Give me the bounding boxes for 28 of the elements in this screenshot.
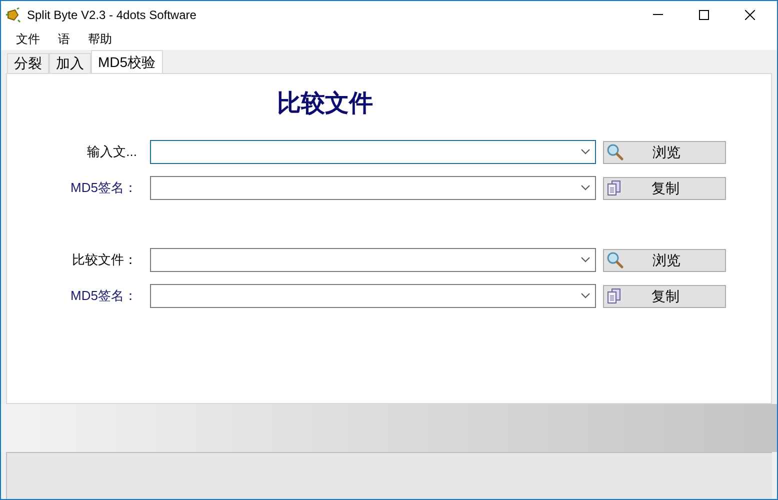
combo-box[interactable] [150,248,596,272]
menu-item[interactable]: 文件 [7,30,49,48]
tab[interactable]: 分裂 [7,53,49,73]
menu-item[interactable]: 语 [49,30,79,48]
app-icon [5,6,21,22]
combo-box[interactable] [150,284,596,308]
copy-button[interactable]: 复制 [603,284,726,308]
field-label: 比较文件： [72,251,137,270]
combo-box[interactable] [150,176,596,200]
copy-icon [606,180,622,196]
copy-button[interactable]: 复制 [603,176,726,200]
tab[interactable]: MD5校验 [91,50,163,73]
maximize-icon [699,10,709,20]
minimize-icon [653,14,663,15]
field-label: MD5签名： [70,287,137,306]
menu-item[interactable]: 帮助 [79,30,121,48]
field-label: MD5签名： [70,179,137,198]
copy-icon [606,288,622,304]
magnifier-icon [606,251,624,269]
heading: 比较文件 [277,89,373,119]
browse-button[interactable]: 浏览 [603,248,726,272]
close-icon [745,10,755,20]
window-title: Split Byte V2.3 - 4dots Software [27,6,196,24]
browse-button[interactable]: 浏览 [603,140,726,164]
field-label: 输入文... [87,143,137,162]
tab[interactable]: 加入 [49,53,91,73]
magnifier-icon [606,143,624,161]
combo-box[interactable] [150,140,596,164]
